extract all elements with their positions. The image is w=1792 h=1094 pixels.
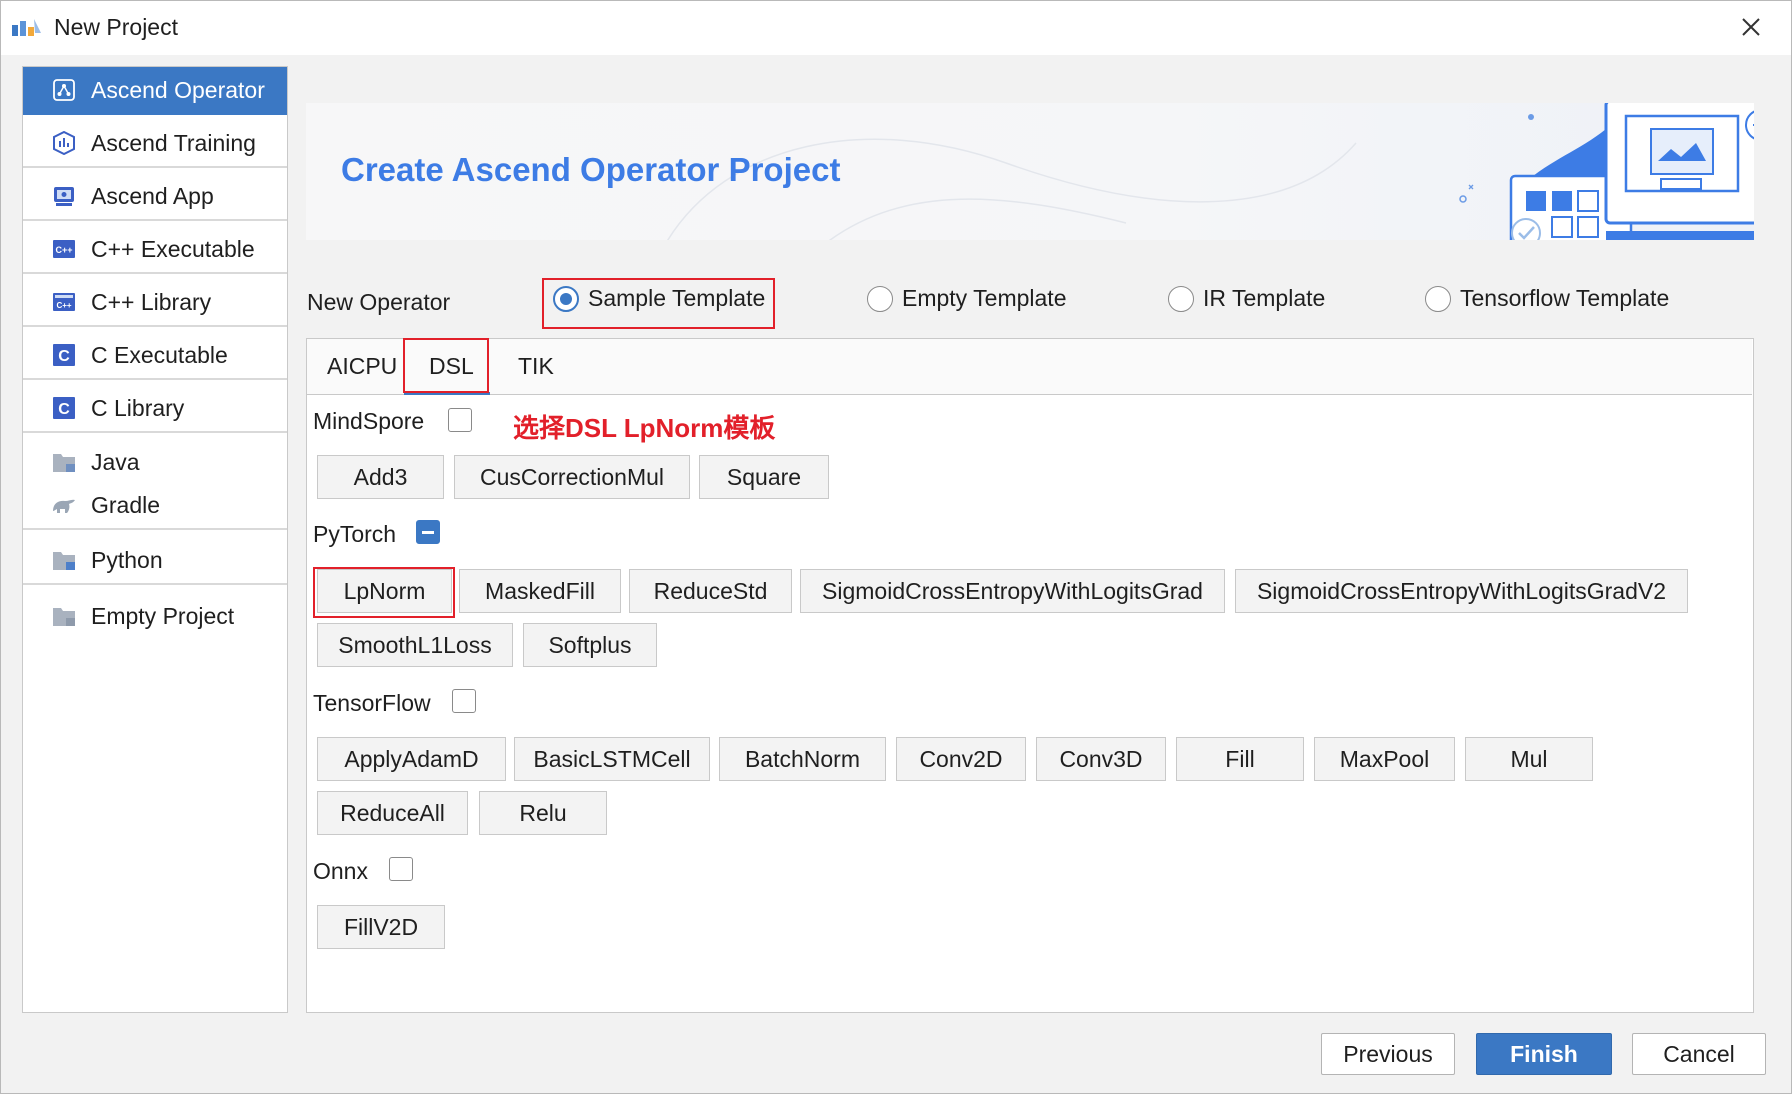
radio-unselected-icon (1425, 285, 1451, 312)
finish-button[interactable]: Finish (1476, 1033, 1612, 1075)
onnx-checkbox[interactable] (389, 857, 413, 881)
c-library-icon: C (51, 395, 77, 421)
sidebar-item-label: Empty Project (91, 602, 235, 629)
svg-text:C: C (58, 401, 70, 418)
close-icon (1742, 18, 1760, 36)
project-type-sidebar: Ascend Operator Ascend Training Ascend A… (22, 66, 288, 1013)
sidebar-item-java[interactable]: Java (23, 438, 287, 486)
window-title: New Project (54, 14, 178, 40)
tab-tik[interactable]: TIK (518, 353, 554, 380)
sidebar-item-cpp-executable[interactable]: C++ C++ Executable (23, 226, 287, 274)
sidebar-item-label: C Executable (91, 341, 228, 368)
op-button-softplus[interactable]: Softplus (523, 623, 657, 667)
c-executable-icon: C (51, 342, 77, 368)
training-icon (51, 130, 77, 156)
new-operator-label: New Operator (307, 289, 451, 315)
op-button-conv2d[interactable]: Conv2D (896, 737, 1026, 781)
op-button-basiclstmcell[interactable]: BasicLSTMCell (514, 737, 710, 781)
banner-title: Create Ascend Operator Project (341, 151, 841, 188)
cpp-library-icon: C++ (51, 289, 77, 315)
cpp-executable-icon: C++ (51, 236, 77, 262)
sidebar-item-gradle[interactable]: Gradle (23, 482, 287, 530)
sidebar-item-label: Java (91, 448, 140, 475)
highlight-box-dsl-tab (403, 338, 489, 393)
mindspore-checkbox[interactable] (448, 408, 472, 432)
op-button-fillv2d[interactable]: FillV2D (317, 905, 445, 949)
close-button[interactable] (1729, 7, 1773, 47)
op-button-relu[interactable]: Relu (479, 791, 607, 835)
pytorch-checkbox[interactable] (416, 520, 440, 544)
op-button-add3[interactable]: Add3 (317, 455, 444, 499)
op-button-reducestd[interactable]: ReduceStd (629, 569, 792, 613)
sidebar-item-label: Ascend Operator (91, 76, 265, 103)
tensorflow-checkbox[interactable] (452, 689, 476, 713)
previous-button[interactable]: Previous (1321, 1033, 1455, 1075)
highlight-box-lpnorm (313, 567, 455, 618)
op-button-reduceall[interactable]: ReduceAll (317, 791, 468, 835)
sidebar-item-ascend-training[interactable]: Ascend Training (23, 120, 287, 168)
cancel-button[interactable]: Cancel (1632, 1033, 1766, 1075)
pytorch-label: PyTorch (313, 521, 397, 547)
radio-unselected-icon (867, 285, 893, 312)
sidebar-item-c-executable[interactable]: C C Executable (23, 332, 287, 380)
radio-label: Empty Template (902, 285, 1067, 311)
onnx-label: Onnx (313, 858, 368, 884)
op-button-maskedfill[interactable]: MaskedFill (459, 569, 621, 613)
sidebar-item-label: Python (91, 546, 163, 573)
sidebar-item-label: Ascend Training (91, 129, 256, 156)
gradle-icon (51, 492, 77, 518)
op-button-fill[interactable]: Fill (1176, 737, 1304, 781)
mindspore-label: MindSpore (313, 408, 425, 434)
tensorflow-template-radio[interactable]: Tensorflow Template (1425, 285, 1669, 312)
op-button-maxpool[interactable]: MaxPool (1314, 737, 1455, 781)
ir-template-radio[interactable]: IR Template (1168, 285, 1325, 312)
folder-icon (51, 547, 77, 573)
sidebar-item-label: Gradle (91, 491, 161, 518)
sidebar-item-label: C Library (91, 394, 185, 421)
folder-icon (51, 603, 77, 629)
app-logo-icon (12, 19, 41, 36)
sidebar-item-label: C++ Library (91, 288, 212, 315)
project-illustration-icon (1459, 103, 1754, 240)
sidebar-item-empty-project[interactable]: Empty Project (23, 592, 287, 640)
op-button-applyadamd[interactable]: ApplyAdamD (317, 737, 506, 781)
sidebar-item-cpp-library[interactable]: C++ C++ Library (23, 279, 287, 327)
svg-text:C++: C++ (56, 301, 71, 310)
sidebar-item-ascend-operator[interactable]: Ascend Operator (23, 67, 287, 115)
op-button-cuscorrectionmul[interactable]: CusCorrectionMul (454, 455, 690, 499)
op-button-batchnorm[interactable]: BatchNorm (719, 737, 886, 781)
svg-text:C: C (58, 348, 70, 365)
svg-text:C++: C++ (55, 245, 72, 255)
radio-label: IR Template (1203, 285, 1326, 311)
title-bar: New Project (1, 1, 1791, 55)
folder-icon (51, 449, 77, 475)
empty-template-radio[interactable]: Empty Template (867, 285, 1066, 312)
op-button-mul[interactable]: Mul (1465, 737, 1593, 781)
radio-label: Tensorflow Template (1460, 285, 1670, 311)
tab-aicpu[interactable]: AICPU (327, 353, 397, 380)
annotation-text: 选择DSL LpNorm模板 (513, 413, 776, 443)
op-button-sigmoidcrossentropywithlogitsgradv2[interactable]: SigmoidCrossEntropyWithLogitsGradV2 (1235, 569, 1688, 613)
operator-icon (51, 77, 77, 103)
op-button-conv3d[interactable]: Conv3D (1036, 737, 1166, 781)
sidebar-item-c-library[interactable]: C C Library (23, 385, 287, 433)
op-button-smoothl1loss[interactable]: SmoothL1Loss (317, 623, 513, 667)
sidebar-item-label: C++ Executable (91, 235, 255, 262)
app-icon (51, 183, 77, 209)
highlight-box-sample-template (542, 278, 775, 329)
header-banner: Create Ascend Operator Project (306, 103, 1754, 240)
op-button-square[interactable]: Square (699, 455, 829, 499)
op-button-sigmoidcrossentropywithlogitsgrad[interactable]: SigmoidCrossEntropyWithLogitsGrad (800, 569, 1225, 613)
radio-unselected-icon (1168, 285, 1194, 312)
new-project-dialog: New Project Ascend Operator Ascend Train… (0, 0, 1792, 1094)
sidebar-item-ascend-app[interactable]: Ascend App (23, 173, 287, 221)
sidebar-item-label: Ascend App (91, 182, 214, 209)
sidebar-item-python[interactable]: Python (23, 537, 287, 585)
tensorflow-label: TensorFlow (313, 690, 431, 716)
framework-tab-bar: AICPU DSL TIK (307, 339, 1752, 395)
